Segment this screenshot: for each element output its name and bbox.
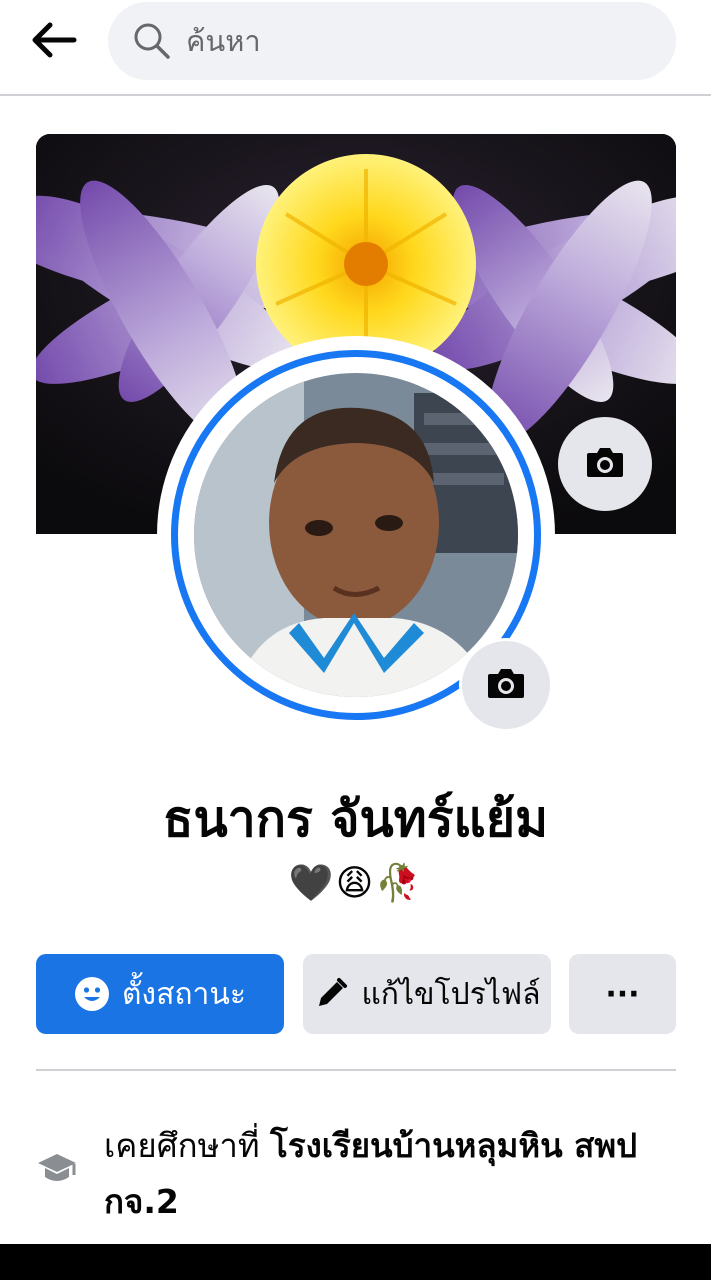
profile-bio: 🖤😩🥀 [288,863,423,904]
camera-icon [585,445,625,483]
graduation-cap-icon [34,1146,80,1192]
set-status-button[interactable]: ตั้งสถานะ [36,954,284,1034]
search-input[interactable]: ค้นหา [108,2,676,80]
smiley-icon [74,976,110,1012]
edit-profile-label: แก้ไขโปรไฟล์ [361,976,541,1012]
edit-profile-picture-button[interactable] [459,638,553,732]
divider [36,1069,676,1071]
avatar [194,373,518,697]
pencil-icon [313,976,349,1012]
profile-name: ธนากร จันทร์แย้ม [162,790,549,848]
education-prefix: เคยศึกษาที่ [104,1126,271,1165]
back-button[interactable] [22,16,84,68]
search-icon [132,21,172,61]
camera-icon [486,666,526,704]
edit-profile-button[interactable]: แก้ไขโปรไฟล์ [303,954,551,1034]
search-placeholder: ค้นหา [186,24,261,58]
arrow-left-icon [28,20,78,64]
profile-page: ค้นหา ธนากร จันทร์แย้ม 🖤😩🥀 ตั้งสถานะ แก้… [0,0,711,1280]
education-info: เคยศึกษาที่ โรงเรียนบ้านหลุมหิน สพป กจ.2 [104,1118,664,1230]
top-bar: ค้นหา [0,0,711,96]
edit-cover-photo-button[interactable] [558,417,652,511]
more-options-label: ··· [605,976,640,1012]
more-options-button[interactable]: ··· [569,954,676,1034]
system-nav-bar [0,1244,711,1280]
set-status-label: ตั้งสถานะ [121,976,247,1012]
